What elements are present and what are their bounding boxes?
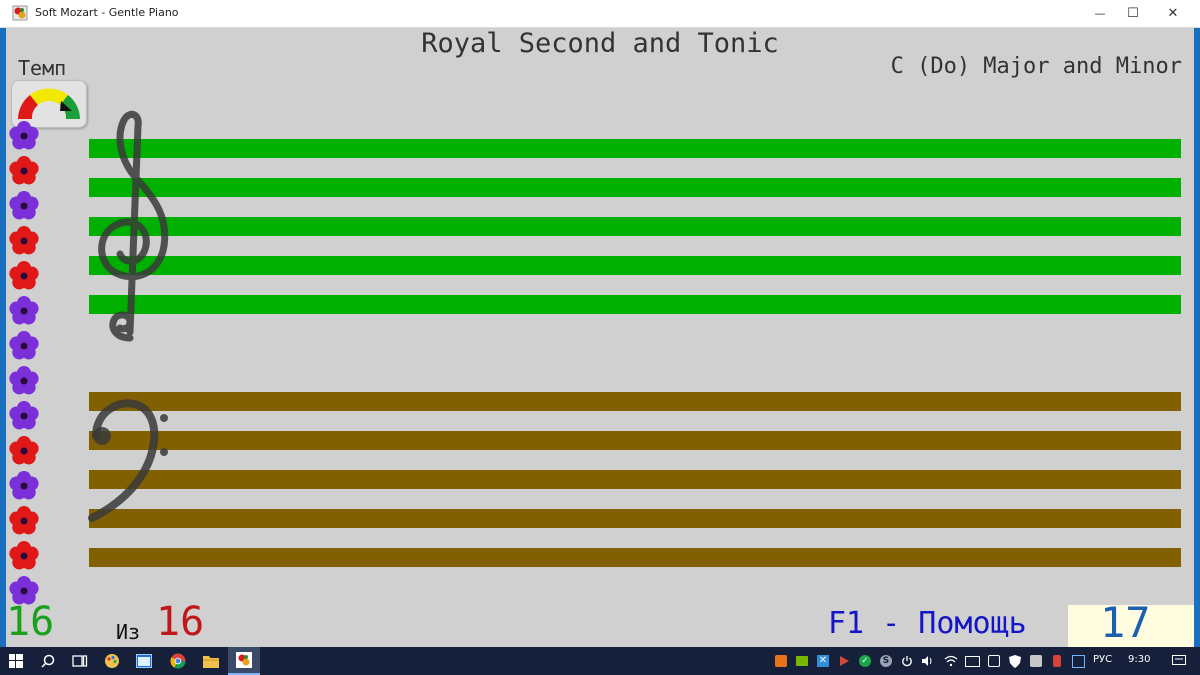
bass-staff-line [89, 431, 1181, 450]
tray-app-blue[interactable] [1069, 647, 1087, 675]
treble-staff-line [89, 295, 1181, 314]
bass-staff-line [89, 470, 1181, 489]
flower-icon [9, 226, 39, 255]
treble-staff-line [89, 178, 1181, 197]
treble-clef-icon [98, 110, 169, 342]
device-icon [1030, 655, 1042, 667]
tray-defender[interactable] [1006, 647, 1024, 675]
treble-staff-line [89, 139, 1181, 158]
score-value: 17 [1100, 598, 1151, 647]
flower-icon [9, 156, 39, 185]
clock[interactable]: 9:30 [1128, 654, 1150, 665]
tray-security[interactable]: ✓ [856, 647, 874, 675]
tray-volume[interactable] [919, 647, 937, 675]
orange-app-icon [775, 655, 787, 667]
flower-icon [9, 331, 39, 360]
maximize-icon: ☐ [1127, 6, 1139, 21]
taskbar-app-soft-mozart[interactable] [228, 647, 260, 675]
flower-icon [9, 191, 39, 220]
notification-icon [1172, 655, 1186, 665]
x-app-icon: ✕ [817, 655, 829, 667]
current-count: 16 [6, 599, 55, 645]
usb-icon [1053, 655, 1061, 667]
tray-app-orange[interactable] [772, 647, 790, 675]
flower-icon [9, 506, 39, 535]
bass-clef-icon [88, 399, 168, 522]
tray-device[interactable] [1027, 647, 1045, 675]
power-icon [902, 656, 912, 667]
tray-usb[interactable] [1048, 647, 1066, 675]
tray-app-x[interactable]: ✕ [814, 647, 832, 675]
flower-icon [9, 471, 39, 500]
progress-flowers [8, 120, 42, 605]
tempo-label: Темп [18, 56, 67, 80]
flower-icon [9, 436, 39, 465]
windows-logo-icon [9, 654, 23, 668]
tray-network[interactable] [985, 647, 1003, 675]
flower-icon [9, 261, 39, 290]
app-window-icon [136, 654, 152, 668]
paint-app-icon [105, 654, 119, 668]
taskbar-app-chrome[interactable] [162, 647, 194, 675]
treble-staff-line [89, 217, 1181, 236]
maximize-button[interactable]: ☐ [1113, 0, 1153, 27]
keyboard-icon [964, 655, 980, 667]
tray-keyboard[interactable] [963, 647, 981, 675]
app-client-area: Royal Second and Tonic C (Do) Major and … [6, 28, 1194, 647]
treble-staff-line [89, 256, 1181, 275]
help-hint: F1 - Помощь [828, 606, 1027, 641]
of-label: Из [116, 620, 141, 644]
shield-icon [1009, 654, 1021, 668]
wifi-icon [944, 655, 958, 667]
folder-icon [203, 656, 219, 668]
key-label: C (Do) Major and Minor [890, 54, 1182, 79]
taskbar-app-window[interactable] [128, 647, 160, 675]
network-icon [988, 655, 1000, 667]
windows-taskbar: ✕ ✓ S РУС 9:30 [0, 647, 1200, 675]
input-language[interactable]: РУС [1093, 654, 1112, 665]
flower-icon [9, 366, 39, 395]
security-check-icon: ✓ [859, 655, 871, 667]
chrome-icon [170, 653, 186, 669]
total-count: 16 [156, 599, 205, 645]
skype-icon: S [880, 655, 892, 667]
flower-icon [9, 401, 39, 430]
tray-skype[interactable]: S [877, 647, 895, 675]
app-icon [12, 5, 28, 21]
tray-nvidia[interactable] [793, 647, 811, 675]
tray-media[interactable] [835, 647, 853, 675]
window-titlebar[interactable]: Soft Mozart - Gentle Piano — ☐ ✕ [0, 0, 1200, 28]
tray-wifi[interactable] [942, 647, 960, 675]
blue-app-icon [1071, 654, 1085, 668]
volume-icon [922, 656, 932, 666]
nvidia-icon [796, 656, 808, 666]
bass-staff-line [89, 392, 1181, 411]
bass-staff-line [89, 509, 1181, 528]
flower-icon [9, 121, 39, 150]
close-icon: ✕ [1167, 6, 1179, 21]
close-button[interactable]: ✕ [1153, 0, 1193, 27]
start-button[interactable] [0, 647, 32, 675]
taskbar-app-paint[interactable] [96, 647, 128, 675]
tray-power[interactable] [898, 647, 916, 675]
search-button[interactable] [32, 647, 64, 675]
task-view-icon [72, 655, 88, 667]
flower-icon [9, 296, 39, 325]
notifications-button[interactable] [1170, 647, 1188, 675]
bass-staff-line [89, 548, 1181, 567]
search-icon [41, 654, 55, 668]
window-title: Soft Mozart - Gentle Piano [35, 6, 179, 19]
taskbar-app-explorer[interactable] [195, 647, 227, 675]
media-icon [840, 656, 849, 666]
soft-mozart-app-icon [236, 652, 252, 668]
minimize-icon: — [1094, 7, 1106, 20]
task-view-button[interactable] [64, 647, 96, 675]
flower-icon [9, 541, 39, 570]
